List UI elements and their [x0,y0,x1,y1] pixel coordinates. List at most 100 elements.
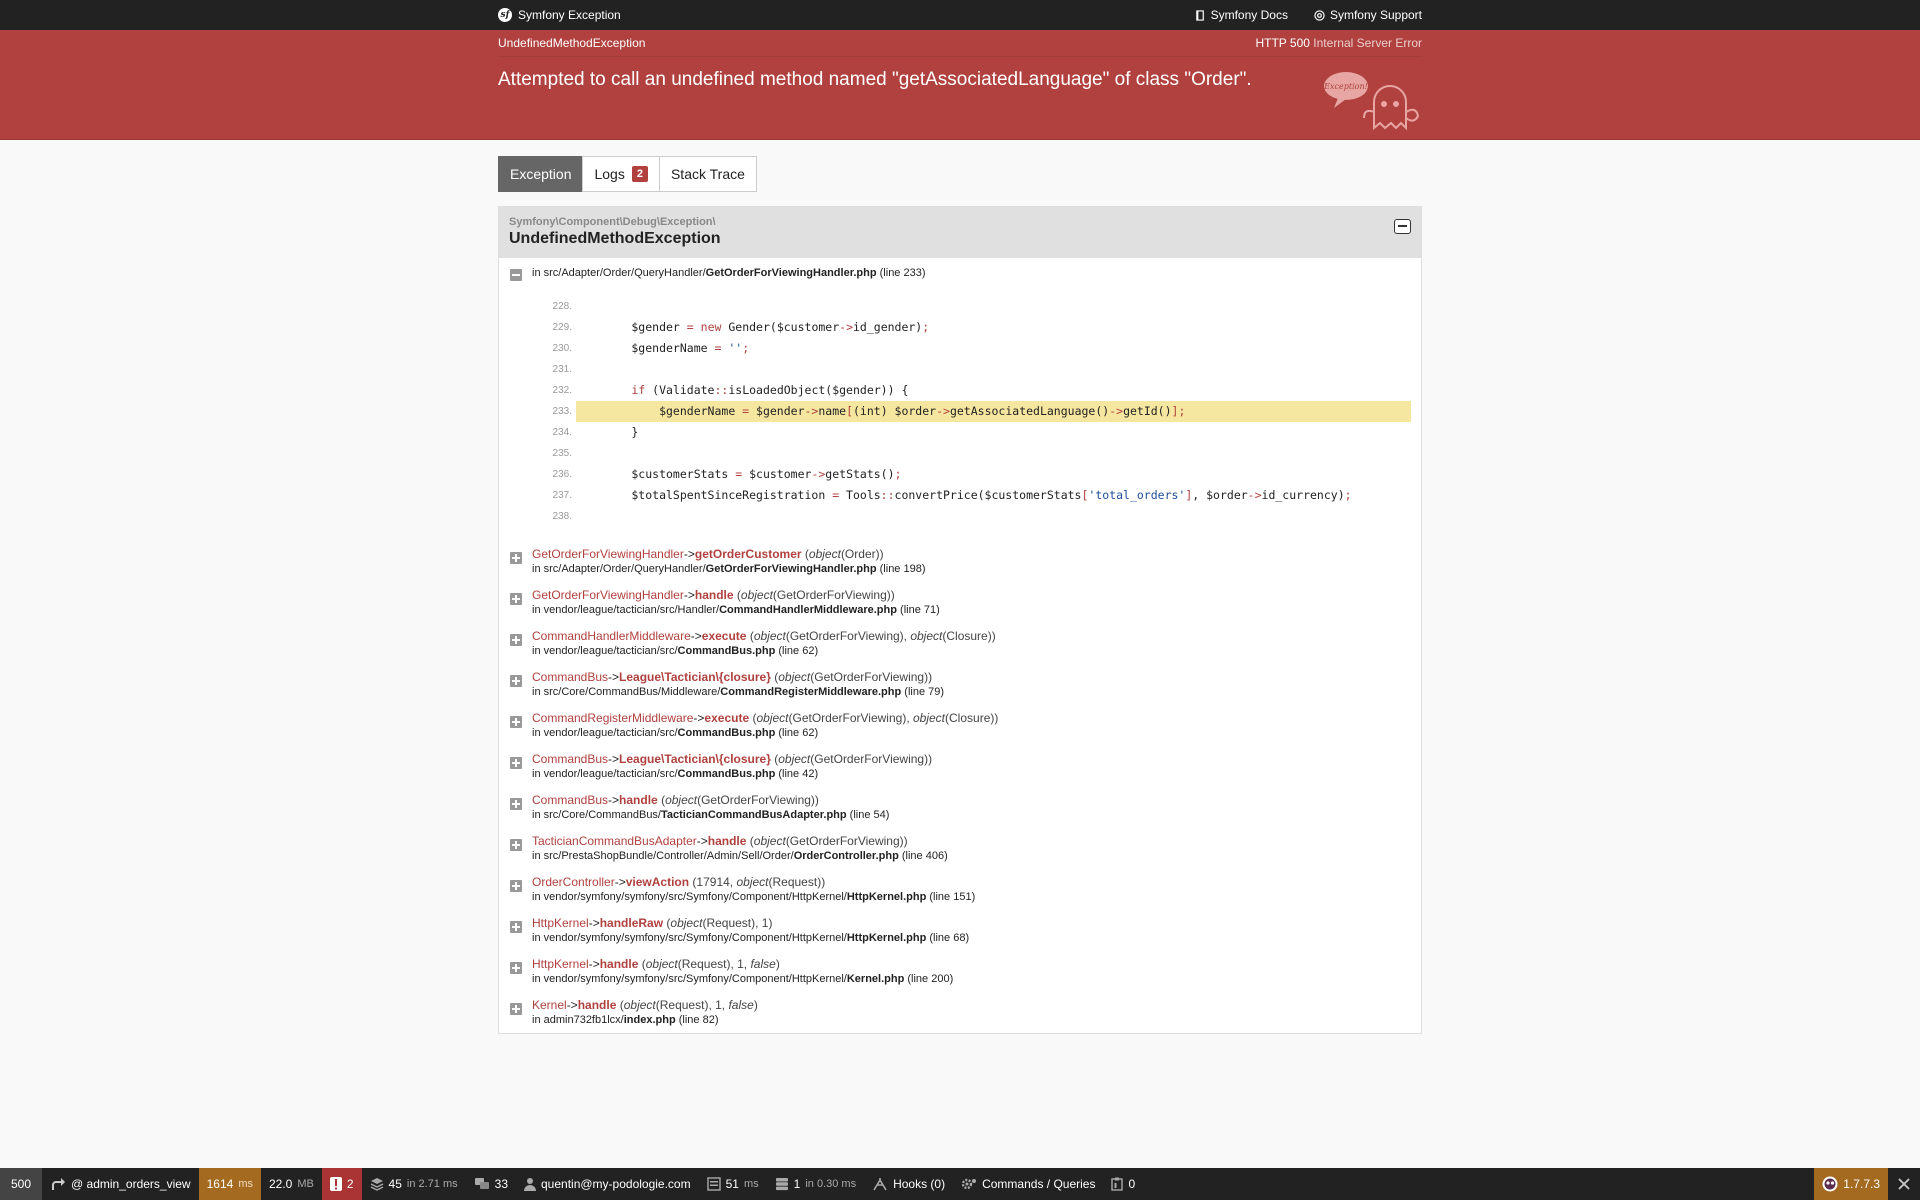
time-value: 1614 [206,1177,234,1191]
stack-frame: CommandBus->League\Tactician\{closure} (… [499,664,1421,705]
symfony-support-link[interactable]: Symfony Support [1314,8,1422,22]
frame-path: in vendor/symfony/symfony/src/Symfony/Co… [532,932,847,944]
line-number: 231. [552,364,572,375]
frame-location: in vendor/symfony/symfony/src/Symfony/Co… [532,931,1411,946]
stack-frame: CommandBus->handle (object(GetOrderForVi… [499,787,1421,828]
frame-call: TacticianCommandBusAdapter->handle (obje… [532,833,1411,849]
logs-item[interactable]: 45 in 2.71 ms [362,1168,466,1200]
time-item[interactable]: 1614 ms [198,1168,261,1200]
forms-unit: ms [743,1178,759,1190]
frame-file: CommandHandlerMiddleware.php [719,604,897,616]
collapse-all-button[interactable] [1394,219,1411,234]
frame-args: (object(GetOrderForViewing)) [736,588,895,602]
frame-args: (object(GetOrderForViewing)) [661,793,819,807]
frame-file: index.php [623,1014,676,1026]
stack-frame: CommandHandlerMiddleware->execute (objec… [499,623,1421,664]
time-unit: ms [238,1178,253,1190]
frame-args: (object(GetOrderForViewing), object(Clos… [749,629,996,643]
frame-args: (17914, object(Request)) [692,875,826,889]
frame-call: Kernel->handle (object(Request), 1, fals… [532,997,1411,1013]
stack-frame: Kernel->handle (object(Request), 1, fals… [499,992,1421,1033]
frame-class[interactable]: CommandRegisterMiddleware [532,711,693,725]
frame-file: GetOrderForViewingHandler.php [705,563,877,575]
frame-class[interactable]: HttpKernel [532,916,589,930]
frame-class[interactable]: CommandBus [532,793,608,807]
line-number: 236. [552,469,572,480]
http-status: HTTP 500 Internal Server Error [1255,36,1422,50]
frame-location: in vendor/league/tactician/src/CommandBu… [532,726,1411,741]
forms-item[interactable]: 51 ms [699,1168,767,1200]
memory-unit: MB [297,1178,314,1190]
frame-args: (object(GetOrderForViewing)) [774,670,933,684]
stack-frame: GetOrderForViewingHandler->getOrderCusto… [499,541,1421,582]
frame-path: in vendor/league/tactician/src/ [532,768,678,780]
symfony-docs-link[interactable]: Symfony Docs [1195,8,1288,22]
frame-class[interactable]: GetOrderForViewingHandler [532,588,684,602]
errors-item[interactable]: 2 [321,1168,362,1200]
user-item[interactable]: quentin@my-podologie.com [516,1168,699,1200]
redirect-arrow-icon [52,1178,66,1190]
frame-class[interactable]: CommandBus [532,752,608,766]
frame-location: in vendor/symfony/symfony/src/Symfony/Co… [532,972,1411,987]
stack-frame: GetOrderForViewingHandler->handle (objec… [499,582,1421,623]
frame-file: CommandBus.php [677,727,776,739]
cache-item[interactable]: 0 [1103,1168,1143,1200]
symfony-docs-label: Symfony Docs [1210,8,1288,22]
expand-frame-icon[interactable] [510,798,522,810]
frame-class[interactable]: Kernel [532,998,567,1012]
brand[interactable]: sf Symfony Exception [498,8,621,22]
frame-class[interactable]: HttpKernel [532,957,589,971]
code-source: $gender = new Gender($customer->id_gende… [576,320,930,334]
line-number: 230. [552,343,572,354]
toolbar-close-button[interactable] [1888,1168,1920,1200]
frame-args: (object(GetOrderForViewing)) [774,752,933,766]
frame-function: handle [577,998,617,1012]
version-item[interactable]: 1.7.7.3 [1814,1168,1888,1200]
frame-class[interactable]: CommandHandlerMiddleware [532,629,691,643]
database-item[interactable]: 1 in 0.30 ms [767,1168,864,1200]
trace-file: GetOrderForViewingHandler.php [705,267,877,279]
code-source: } [576,425,639,439]
code-source: $totalSpentSinceRegistration = Tools::co… [576,488,1352,502]
form-icon [706,1177,721,1191]
memory-value: 22.0 [268,1177,293,1191]
memory-item[interactable]: 22.0 MB [261,1168,322,1200]
frame-path: in vendor/league/tactician/src/Handler/ [532,604,720,616]
frame-call: HttpKernel->handle (object(Request), 1, … [532,956,1411,972]
collapse-trace-icon[interactable] [510,269,522,281]
stack-frame: OrderController->viewAction (17914, obje… [499,869,1421,910]
status-code-badge[interactable]: 500 [0,1168,43,1200]
tab-logs[interactable]: Logs 2 [582,156,660,192]
expand-frame-icon[interactable] [510,962,522,974]
frame-location: in vendor/league/tactician/src/CommandBu… [532,767,1411,782]
expand-frame-icon[interactable] [510,1003,522,1015]
tab-exception[interactable]: Exception [498,156,584,192]
expand-frame-icon[interactable] [510,552,522,564]
commands-item[interactable]: Commands / Queries [953,1168,1103,1200]
exception-message: Attempted to call an undefined method na… [498,69,1252,90]
frame-line: (line 54) [849,809,890,821]
trace-item-main: in src/Adapter/Order/QueryHandler/GetOrd… [499,258,1421,541]
expand-frame-icon[interactable] [510,634,522,646]
line-number: 234. [552,427,572,438]
close-icon [1898,1178,1910,1190]
translations-item[interactable]: 33 [466,1168,516,1200]
expand-frame-icon[interactable] [510,757,522,769]
expand-frame-icon[interactable] [510,675,522,687]
expand-frame-icon[interactable] [510,921,522,933]
expand-frame-icon[interactable] [510,593,522,605]
frame-class[interactable]: GetOrderForViewingHandler [532,547,684,561]
frame-class[interactable]: CommandBus [532,670,608,684]
frame-function: execute [701,629,747,643]
logs-unit: in 2.71 ms [406,1178,458,1190]
expand-frame-icon[interactable] [510,880,522,892]
top-bar: sf Symfony Exception Symfony Docs Symfon… [0,0,1920,30]
tab-stack-trace[interactable]: Stack Trace [658,156,757,192]
expand-frame-icon[interactable] [510,716,522,728]
route-item[interactable]: @ admin_orders_view [42,1168,199,1200]
expand-frame-icon[interactable] [510,839,522,851]
frame-location: in admin732fb1lcx/index.php (line 82) [532,1013,1411,1028]
hooks-item[interactable]: Hooks (0) [864,1168,953,1200]
frame-class[interactable]: TacticianCommandBusAdapter [532,834,697,848]
frame-class[interactable]: OrderController [532,875,615,889]
